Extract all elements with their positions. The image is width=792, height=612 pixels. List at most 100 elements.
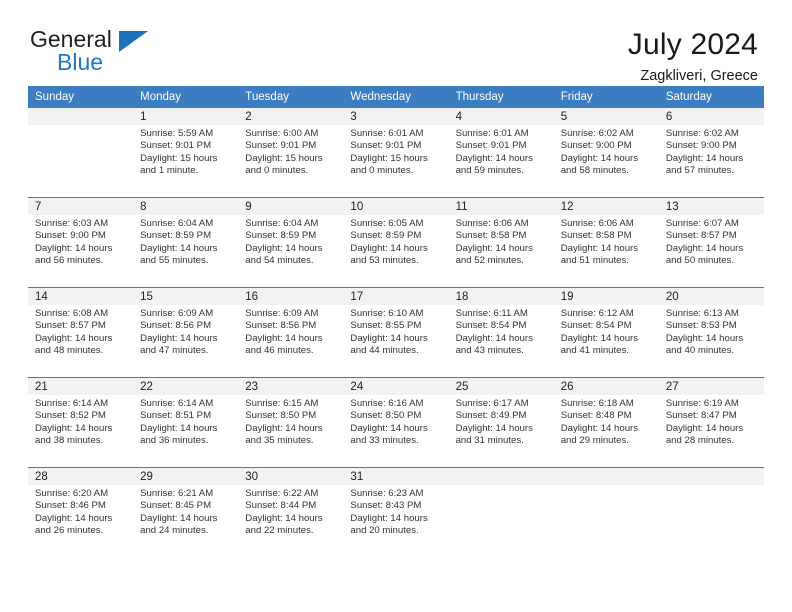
daylight-text-line2: and 51 minutes. <box>560 255 629 267</box>
sunrise-text: Sunrise: 6:01 AM <box>350 128 424 139</box>
day-number-18[interactable]: 18 <box>448 288 554 305</box>
day-cell-17[interactable]: Sunrise: 6:10 AM Sunset: 8:55 PM Daylight:… <box>343 305 449 376</box>
day-number-27[interactable]: 27 <box>658 378 764 395</box>
daylight-text-line1: Daylight: 14 hours <box>455 422 533 434</box>
day-cell-empty <box>658 485 764 556</box>
day-cell-4[interactable]: Sunrise: 6:01 AM Sunset: 9:01 PM Daylight:… <box>448 125 554 196</box>
day-number-7[interactable]: 7 <box>28 198 134 215</box>
day-number-28[interactable]: 28 <box>28 468 134 485</box>
day-cell-10[interactable]: Sunrise: 6:05 AM Sunset: 8:59 PM Daylight:… <box>343 215 449 286</box>
day-number-12[interactable]: 12 <box>553 198 659 215</box>
daylight-text-line1: Daylight: 14 hours <box>665 152 744 164</box>
day-cell-27[interactable]: Sunrise: 6:19 AM Sunset: 8:47 PM Daylight:… <box>658 395 764 466</box>
sunset-text: Sunset: 8:48 PM <box>560 410 632 422</box>
calendar-page: General Blue July 2024 Zagkliveri, Greec… <box>0 0 792 612</box>
day-number-17[interactable]: 17 <box>343 288 449 305</box>
day-number-24[interactable]: 24 <box>343 378 449 395</box>
weekday-header-saturday: Saturday <box>658 86 764 108</box>
day-cell-1[interactable]: Sunrise: 5:59 AM Sunset: 9:01 PM Daylight:… <box>133 125 239 196</box>
day-cell-24[interactable]: Sunrise: 6:16 AM Sunset: 8:50 PM Daylight:… <box>343 395 449 466</box>
day-number-25[interactable]: 25 <box>448 378 554 395</box>
day-cell-25[interactable]: Sunrise: 6:17 AM Sunset: 8:49 PM Daylight:… <box>448 395 554 466</box>
sunrise-text: Sunrise: 6:06 AM <box>455 218 529 229</box>
day-cell-22[interactable]: Sunrise: 6:14 AM Sunset: 8:51 PM Daylight:… <box>133 395 239 466</box>
day-number-9[interactable]: 9 <box>238 198 344 215</box>
day-cell-28[interactable]: Sunrise: 6:20 AM Sunset: 8:46 PM Daylight:… <box>28 485 134 556</box>
daylight-text-line2: and 41 minutes. <box>560 345 629 357</box>
sunset-text: Sunset: 8:54 PM <box>560 320 632 332</box>
sunrise-text: Sunrise: 6:19 AM <box>665 398 739 409</box>
day-number-22[interactable]: 22 <box>133 378 239 395</box>
day-cell-18[interactable]: Sunrise: 6:11 AM Sunset: 8:54 PM Daylight:… <box>448 305 554 376</box>
daylight-text-line1: Daylight: 14 hours <box>350 422 428 434</box>
day-cell-7[interactable]: Sunrise: 6:03 AM Sunset: 9:00 PM Daylight:… <box>28 215 134 286</box>
day-cell-6[interactable]: Sunrise: 6:02 AM Sunset: 9:00 PM Daylight:… <box>658 125 764 196</box>
day-number-26[interactable]: 26 <box>553 378 659 395</box>
day-cell-9[interactable]: Sunrise: 6:04 AM Sunset: 8:59 PM Daylight:… <box>238 215 344 286</box>
daylight-text-line1: Daylight: 14 hours <box>560 422 639 434</box>
week-daynumber-row: 14 15 16 17 18 19 20 <box>28 288 764 305</box>
day-number-14[interactable]: 14 <box>28 288 134 305</box>
sunrise-text: Sunrise: 6:03 AM <box>35 218 109 229</box>
day-cell-13[interactable]: Sunrise: 6:07 AM Sunset: 8:57 PM Daylight:… <box>658 215 764 286</box>
day-number-20[interactable]: 20 <box>658 288 764 305</box>
day-cell-26[interactable]: Sunrise: 6:18 AM Sunset: 8:48 PM Daylight:… <box>553 395 659 466</box>
daylight-text-line1: Daylight: 14 hours <box>35 242 113 254</box>
day-number-4[interactable]: 4 <box>448 108 554 125</box>
day-cell-16[interactable]: Sunrise: 6:09 AM Sunset: 8:56 PM Daylight:… <box>238 305 344 376</box>
day-cell-23[interactable]: Sunrise: 6:15 AM Sunset: 8:50 PM Daylight:… <box>238 395 344 466</box>
day-number-31[interactable]: 31 <box>343 468 449 485</box>
week-daynumber-row: 21 22 23 24 25 26 27 <box>28 378 764 395</box>
daylight-text-line2: and 0 minutes. <box>245 165 309 177</box>
day-number-23[interactable]: 23 <box>238 378 344 395</box>
day-cell-11[interactable]: Sunrise: 6:06 AM Sunset: 8:58 PM Daylight:… <box>448 215 554 286</box>
day-number-29[interactable]: 29 <box>133 468 239 485</box>
sunset-text: Sunset: 8:56 PM <box>245 320 317 332</box>
sunrise-text: Sunrise: 6:17 AM <box>455 398 529 409</box>
sunset-text: Sunset: 8:57 PM <box>35 320 106 332</box>
sunrise-text: Sunrise: 6:00 AM <box>245 128 319 139</box>
day-number-2[interactable]: 2 <box>238 108 344 125</box>
day-number-15[interactable]: 15 <box>133 288 239 305</box>
daylight-text-line2: and 53 minutes. <box>350 255 419 267</box>
daylight-text-line2: and 50 minutes. <box>665 255 735 267</box>
page-title: July 2024 <box>627 28 758 61</box>
day-number-19[interactable]: 19 <box>553 288 659 305</box>
day-cell-30[interactable]: Sunrise: 6:22 AM Sunset: 8:44 PM Daylight:… <box>238 485 344 556</box>
sunrise-text: Sunrise: 6:21 AM <box>140 488 214 499</box>
day-cell-8[interactable]: Sunrise: 6:04 AM Sunset: 8:59 PM Daylight:… <box>133 215 239 286</box>
sunrise-text: Sunrise: 6:15 AM <box>245 398 319 409</box>
day-cell-29[interactable]: Sunrise: 6:21 AM Sunset: 8:45 PM Daylight:… <box>133 485 239 556</box>
day-cell-2[interactable]: Sunrise: 6:00 AM Sunset: 9:01 PM Daylight:… <box>238 125 344 196</box>
day-number-3[interactable]: 3 <box>343 108 449 125</box>
day-number-21[interactable]: 21 <box>28 378 134 395</box>
day-number-6[interactable]: 6 <box>658 108 764 125</box>
day-cell-14[interactable]: Sunrise: 6:08 AM Sunset: 8:57 PM Daylight:… <box>28 305 134 376</box>
day-cell-12[interactable]: Sunrise: 6:06 AM Sunset: 8:58 PM Daylight:… <box>553 215 659 286</box>
week-daynumber-row: 28 29 30 31 <box>28 468 764 485</box>
calendar-header-row: Sunday Monday Tuesday Wednesday Thursday… <box>28 86 764 108</box>
sunset-text: Sunset: 8:59 PM <box>245 230 317 242</box>
daylight-text-line2: and 48 minutes. <box>35 345 104 357</box>
day-number-16[interactable]: 16 <box>238 288 344 305</box>
daylight-text-line1: Daylight: 14 hours <box>350 242 428 254</box>
day-number-8[interactable]: 8 <box>133 198 239 215</box>
day-number-13[interactable]: 13 <box>658 198 764 215</box>
triangle-icon <box>119 31 148 52</box>
day-number-10[interactable]: 10 <box>343 198 449 215</box>
day-cell-20[interactable]: Sunrise: 6:13 AM Sunset: 8:53 PM Daylight:… <box>658 305 764 376</box>
day-cell-3[interactable]: Sunrise: 6:01 AM Sunset: 9:01 PM Daylight:… <box>343 125 449 196</box>
day-cell-31[interactable]: Sunrise: 6:23 AM Sunset: 8:43 PM Daylight:… <box>343 485 449 556</box>
day-cell-15[interactable]: Sunrise: 6:09 AM Sunset: 8:56 PM Daylight:… <box>133 305 239 376</box>
day-cell-21[interactable]: Sunrise: 6:14 AM Sunset: 8:52 PM Daylight:… <box>28 395 134 466</box>
daylight-text-line2: and 0 minutes. <box>350 165 414 177</box>
sunset-text: Sunset: 8:45 PM <box>140 500 212 512</box>
daylight-text-line2: and 36 minutes. <box>140 435 209 447</box>
day-number-5[interactable]: 5 <box>553 108 659 125</box>
day-cell-19[interactable]: Sunrise: 6:12 AM Sunset: 8:54 PM Daylight:… <box>553 305 659 376</box>
day-number-11[interactable]: 11 <box>448 198 554 215</box>
sunrise-text: Sunrise: 6:13 AM <box>665 308 739 319</box>
day-cell-5[interactable]: Sunrise: 6:02 AM Sunset: 9:00 PM Daylight:… <box>553 125 659 196</box>
day-number-30[interactable]: 30 <box>238 468 344 485</box>
day-number-1[interactable]: 1 <box>133 108 239 125</box>
